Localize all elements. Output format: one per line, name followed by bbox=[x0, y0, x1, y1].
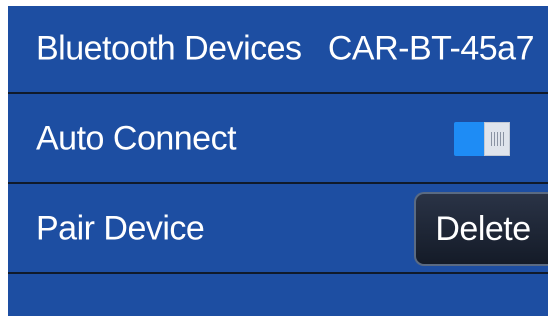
bluetooth-device-name: CAR-BT-45a7 bbox=[327, 29, 535, 68]
toggle-knob[interactable] bbox=[484, 122, 510, 156]
auto-connect-row: Auto Connect bbox=[8, 96, 548, 184]
bluetooth-settings-screen: Bluetooth Devices CAR-BT-45a7 Auto Conne… bbox=[8, 6, 548, 316]
bluetooth-devices-label: Bluetooth Devices bbox=[36, 29, 302, 68]
bluetooth-devices-row[interactable]: Bluetooth Devices CAR-BT-45a7 bbox=[8, 6, 548, 94]
auto-connect-toggle[interactable] bbox=[454, 122, 510, 156]
auto-connect-label: Auto Connect bbox=[36, 119, 237, 158]
pair-device-row[interactable]: Pair Device Delete bbox=[8, 186, 548, 274]
pair-device-label: Pair Device bbox=[36, 209, 205, 248]
delete-button[interactable]: Delete bbox=[414, 192, 548, 266]
